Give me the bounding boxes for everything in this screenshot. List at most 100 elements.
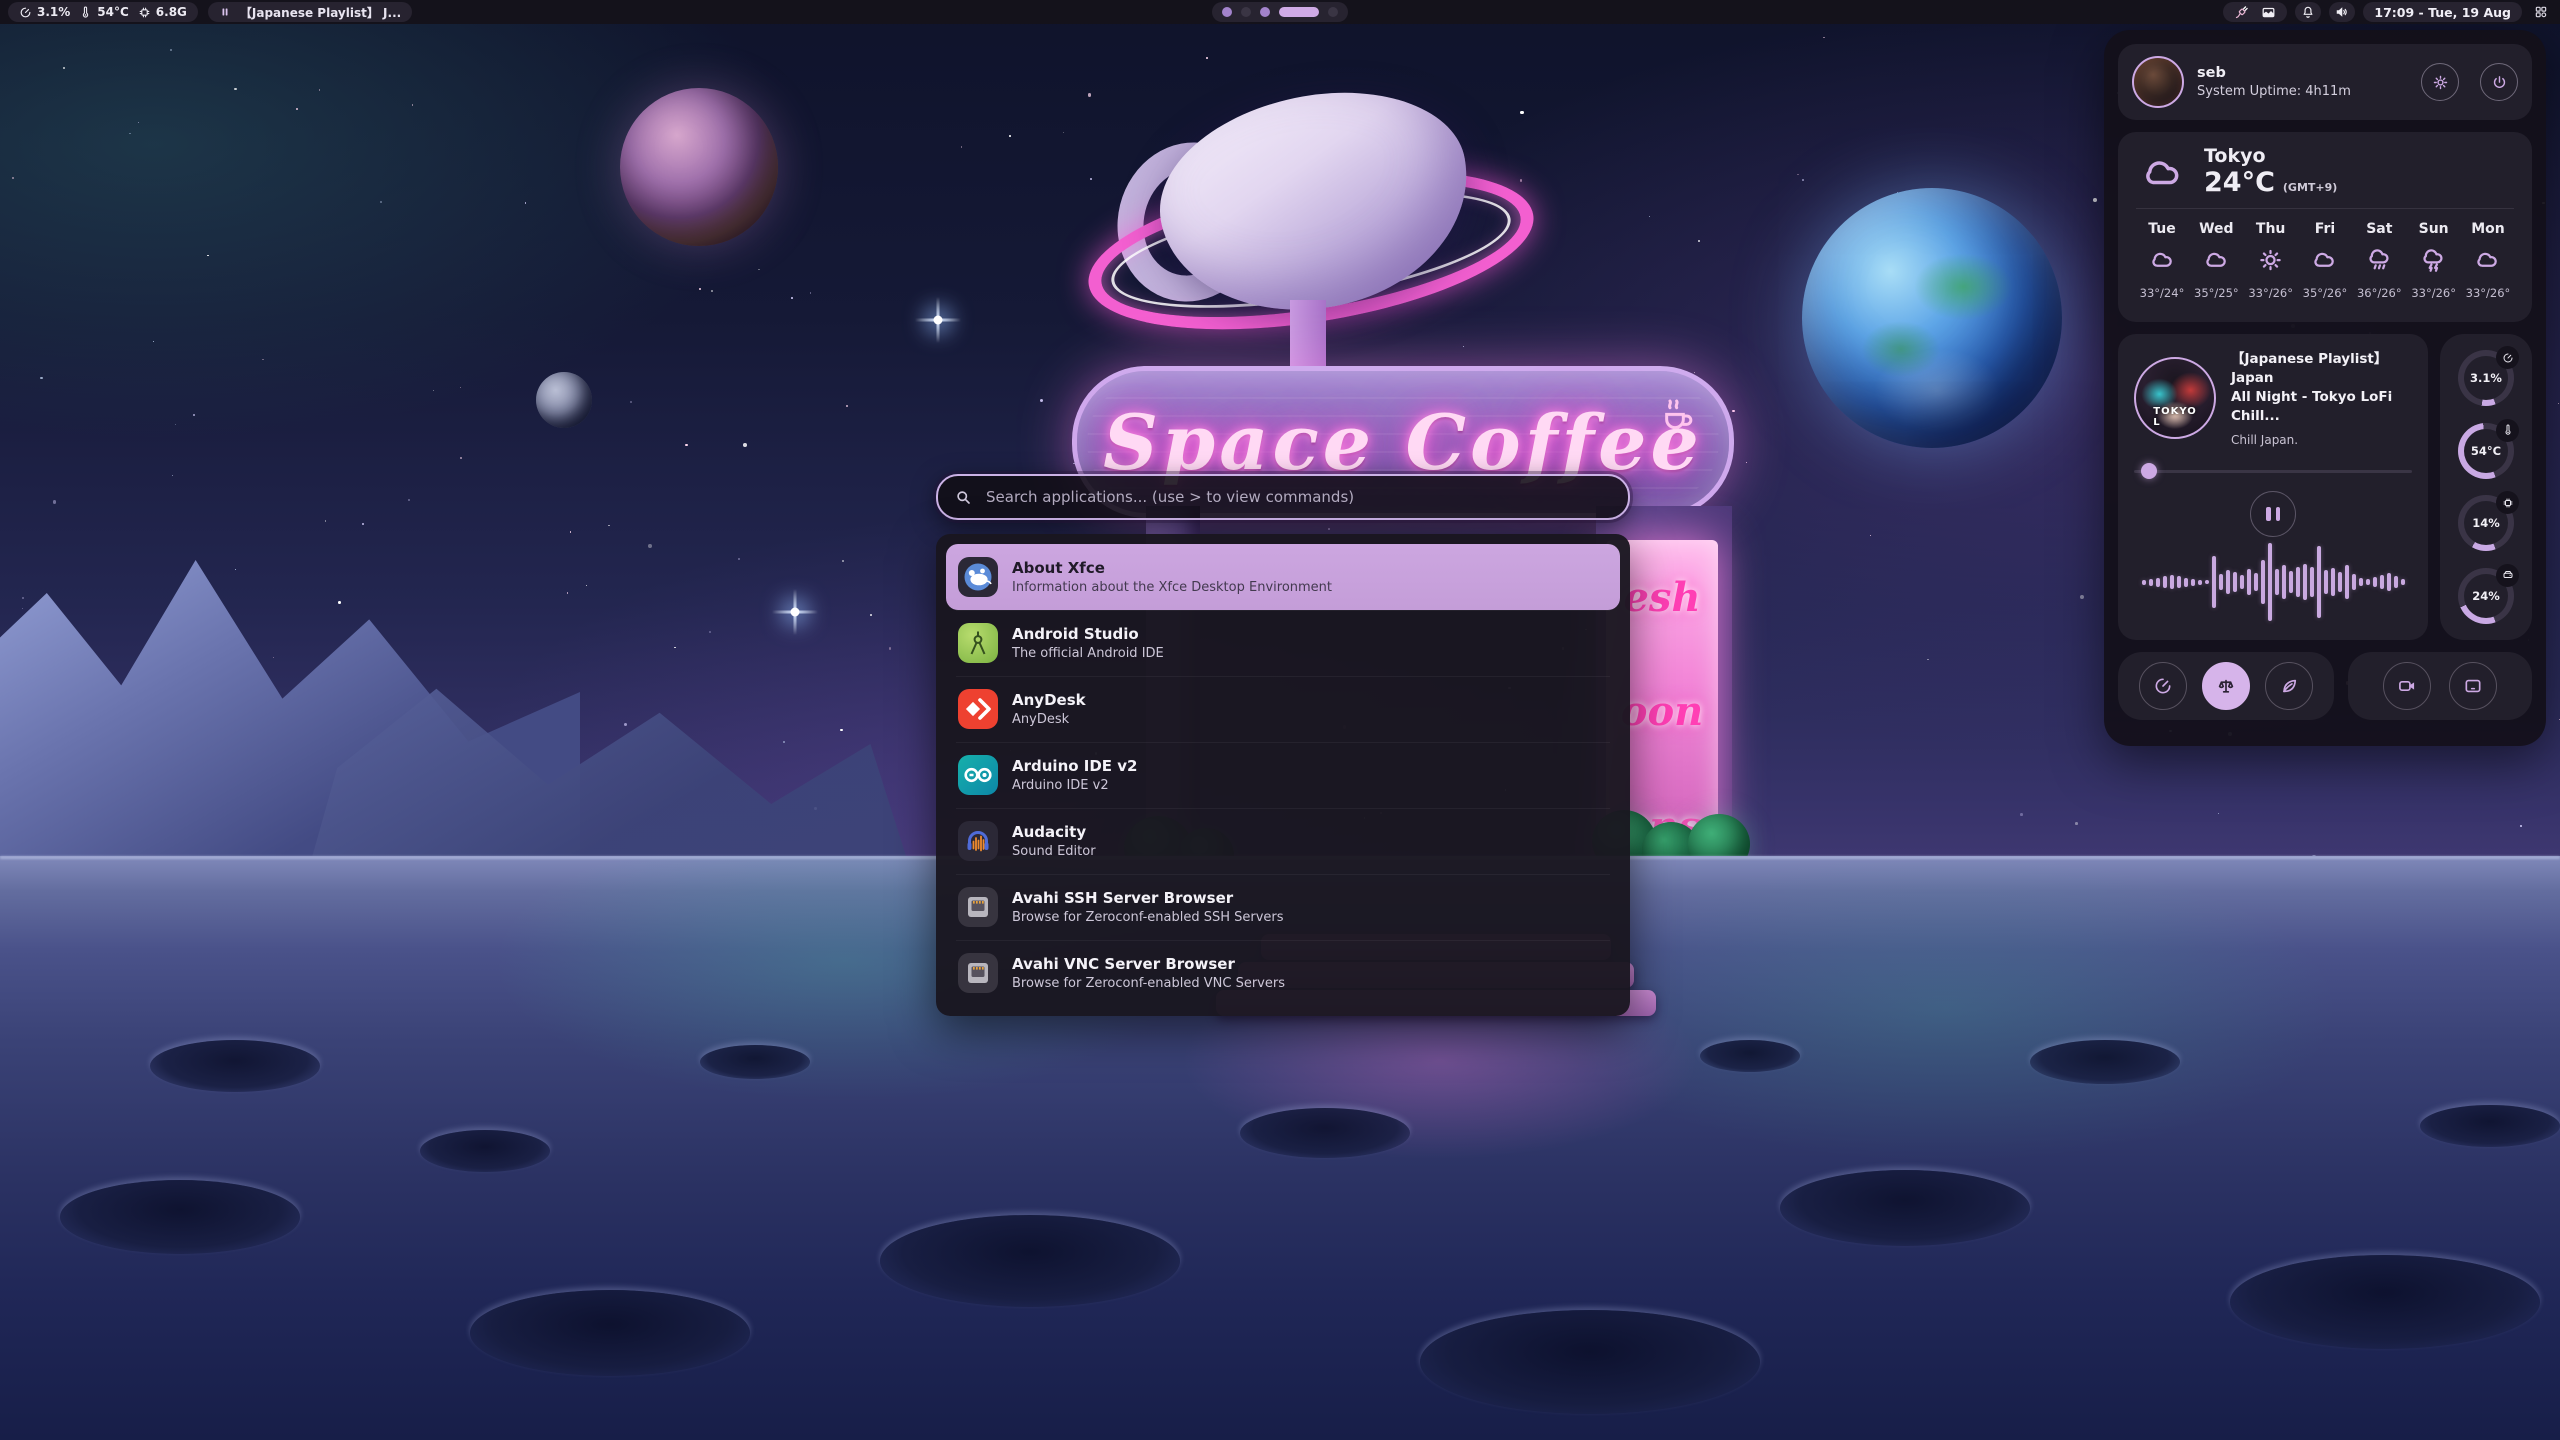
- day-label: Mon: [2471, 221, 2505, 237]
- viz-bar: [2219, 574, 2223, 590]
- viz-bar: [2345, 565, 2349, 599]
- launcher-item[interactable]: AnyDeskAnyDesk: [946, 676, 1620, 742]
- star: [234, 88, 236, 90]
- seek-bar[interactable]: [2134, 463, 2412, 479]
- divider: [2136, 208, 2514, 209]
- track-artist: Chill Japan.: [2231, 433, 2412, 447]
- viz-bar: [2289, 571, 2293, 593]
- network-icon[interactable]: [2234, 5, 2249, 20]
- crater: [60, 1180, 300, 1254]
- cpu-usage: 3.1%: [19, 5, 70, 19]
- launcher-item[interactable]: Avahi VNC Server BrowserBrowse for Zeroc…: [946, 940, 1620, 1006]
- username: seb: [2197, 65, 2408, 81]
- day-temps: 33°/24°: [2140, 286, 2185, 300]
- crater: [2230, 1255, 2540, 1349]
- desktop: Space Coffee eshoonans: [0, 0, 2560, 1440]
- clock-pill[interactable]: 17:09 - Tue, 19 Aug: [2363, 2, 2522, 22]
- star: [319, 89, 320, 90]
- viz-bar: [2149, 579, 2153, 586]
- viz-bar: [2275, 569, 2279, 595]
- forecast-row: Tue33°/24°Wed35°/25°Thu33°/26°Fri35°/26°…: [2136, 221, 2514, 300]
- chip-icon: [2496, 491, 2519, 514]
- launcher-item[interactable]: Avahi SSH Server BrowserBrowse for Zeroc…: [946, 874, 1620, 940]
- play-pause-button[interactable]: [2250, 491, 2296, 537]
- media-player-pill[interactable]: 【Japanese Playlist】 J...: [208, 2, 412, 22]
- audacity-icon: [958, 821, 998, 861]
- widget-panel: seb System Uptime: 4h11m Tokyo 24°C (GMT…: [2104, 30, 2546, 746]
- notifications-button[interactable]: [2295, 2, 2321, 22]
- day-label: Sat: [2366, 221, 2392, 237]
- crater: [1700, 1040, 1800, 1072]
- launcher-item-selected[interactable]: About XfceInformation about the Xfce Des…: [946, 544, 1620, 610]
- workspace-indicator: [1212, 2, 1348, 22]
- anydesk-icon: [958, 689, 998, 729]
- power-mode-scales-button[interactable]: [2202, 662, 2250, 710]
- crater: [1780, 1170, 2030, 1246]
- launcher-item[interactable]: Arduino IDE v2Arduino IDE v2: [946, 742, 1620, 808]
- gauge-thermometer: 54°C: [2458, 423, 2514, 479]
- star: [758, 269, 759, 270]
- screenshot-button[interactable]: [2449, 662, 2497, 710]
- top-panel: 3.1% 54°C 6.8G 【Japanese Playlist】 J...: [0, 0, 2560, 24]
- app-title: Android Studio: [1012, 625, 1164, 643]
- viz-bar: [2163, 576, 2167, 588]
- power-mode-speedometer-button[interactable]: [2139, 662, 2187, 710]
- seek-knob[interactable]: [2141, 463, 2157, 479]
- gauge-speedometer: 3.1%: [2458, 350, 2514, 406]
- videocam-button[interactable]: [2383, 662, 2431, 710]
- launcher-item[interactable]: Android StudioThe official Android IDE: [946, 610, 1620, 676]
- workspace-dot-5-empty[interactable]: [1328, 7, 1338, 17]
- workspace-dot-2-empty[interactable]: [1241, 7, 1251, 17]
- workspace-dot-3-occupied[interactable]: [1260, 7, 1270, 17]
- day-temps: 35°/26°: [2303, 286, 2348, 300]
- forecast-day-sun: Sun33°/26°: [2408, 221, 2460, 300]
- neon-sign-fragment: esh: [1623, 574, 1700, 621]
- volume-button[interactable]: [2329, 2, 2355, 22]
- forecast-day-mon: Mon33°/26°: [2462, 221, 2514, 300]
- star: [362, 523, 363, 524]
- viz-bar: [2394, 576, 2398, 588]
- workspace-dot-1-occupied[interactable]: [1222, 7, 1232, 17]
- capture-pill: [2348, 652, 2532, 720]
- cpu-temp: 54°C: [79, 5, 129, 19]
- app-description: Information about the Xfce Desktop Envir…: [1012, 580, 1332, 595]
- star: [1206, 57, 1208, 59]
- search-input[interactable]: [984, 487, 1612, 507]
- star: [22, 608, 23, 609]
- workspace-dot-4-active[interactable]: [1279, 7, 1319, 17]
- bell-icon: [2301, 5, 2315, 19]
- app-title: Arduino IDE v2: [1012, 757, 1138, 775]
- viz-bar: [2373, 577, 2377, 587]
- star: [2093, 198, 2097, 202]
- day-label: Fri: [2315, 221, 2335, 237]
- viz-bar: [2212, 556, 2216, 608]
- launcher-search[interactable]: [936, 474, 1630, 520]
- star: [743, 443, 747, 447]
- settings-button[interactable]: [2421, 63, 2459, 101]
- power-button[interactable]: [2480, 63, 2518, 101]
- crater: [470, 1290, 750, 1376]
- launcher-item[interactable]: AudacitySound Editor: [946, 808, 1620, 874]
- track-title: 【Japanese Playlist】 Japan All Night - To…: [2231, 350, 2412, 426]
- viz-bar: [2198, 580, 2202, 585]
- star: [338, 601, 341, 604]
- viz-bar: [2142, 580, 2146, 585]
- viz-bar: [2387, 573, 2391, 591]
- avahi-icon: [958, 953, 998, 993]
- app-grid-button[interactable]: [2530, 2, 2552, 22]
- cloud-icon: [2311, 246, 2338, 277]
- viz-bar: [2191, 579, 2195, 586]
- uptime-label: System Uptime: 4h11m: [2197, 84, 2408, 99]
- app-launcher: About XfceInformation about the Xfce Des…: [936, 474, 1630, 1016]
- chip-icon: [138, 6, 151, 19]
- crater: [2420, 1105, 2560, 1147]
- sun-icon: [2257, 246, 2284, 277]
- power-mode-leaf-button[interactable]: [2265, 662, 2313, 710]
- viz-bar: [2254, 573, 2258, 591]
- crater: [1240, 1108, 1410, 1158]
- clock: 17:09 - Tue, 19 Aug: [2374, 5, 2511, 20]
- viz-bar: [2247, 569, 2251, 595]
- star: [648, 544, 652, 548]
- wallpaper-icon[interactable]: [2261, 5, 2276, 20]
- viz-bar: [2352, 574, 2356, 590]
